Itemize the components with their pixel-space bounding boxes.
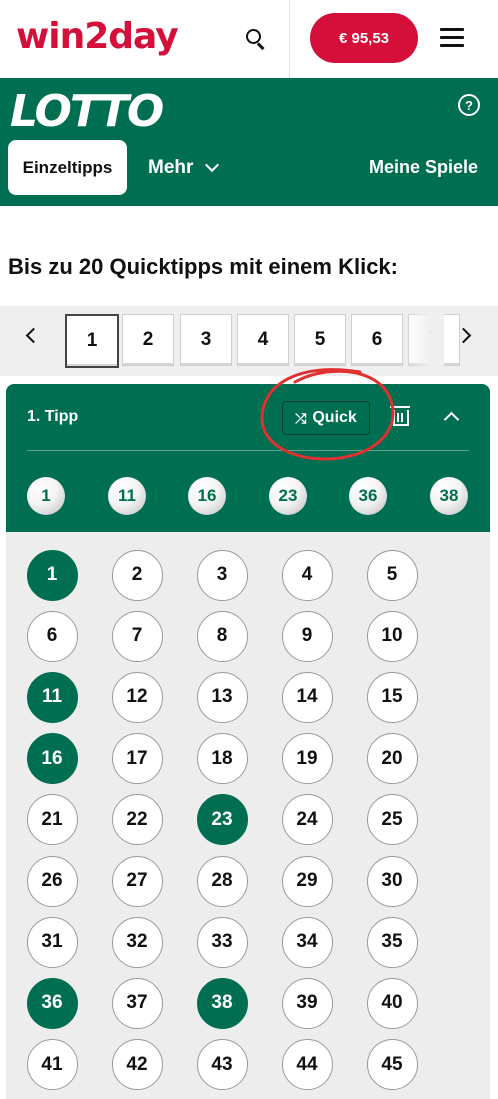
number-29[interactable]: 29 — [281, 855, 333, 907]
quick-label: Quick — [312, 409, 357, 426]
tip-tab-4[interactable]: 4 — [237, 314, 289, 366]
search-icon[interactable] — [240, 24, 270, 54]
tab-mehr-label: Mehr — [148, 156, 194, 178]
lotto-logo[interactable]: LOTTO — [10, 86, 164, 137]
lotto-header: LOTTO ? Einzeltipps Mehr Meine Spiele — [0, 78, 498, 206]
number-38[interactable]: 38 — [196, 977, 248, 1029]
selected-ball: 16 — [188, 477, 226, 515]
number-45[interactable]: 45 — [366, 1039, 418, 1091]
section-title: Bis zu 20 Quicktipps mit einem Klick: — [8, 254, 398, 279]
number-9[interactable]: 9 — [281, 610, 333, 662]
number-10[interactable]: 10 — [366, 610, 418, 662]
tip-tab-1[interactable]: 1 — [65, 314, 119, 368]
hamburger-menu-icon[interactable] — [440, 28, 466, 48]
top-bar: win2day € 95,53 — [0, 0, 498, 79]
number-31[interactable]: 31 — [26, 916, 78, 968]
number-12[interactable]: 12 — [111, 671, 163, 723]
selected-ball: 11 — [108, 477, 146, 515]
number-43[interactable]: 43 — [196, 1039, 248, 1091]
number-4[interactable]: 4 — [281, 549, 333, 601]
number-21[interactable]: 21 — [26, 794, 78, 846]
number-44[interactable]: 44 — [281, 1039, 333, 1091]
tab-meine-spiele[interactable]: Meine Spiele — [369, 140, 478, 195]
tip-tab-2[interactable]: 2 — [122, 314, 174, 366]
number-19[interactable]: 19 — [281, 733, 333, 785]
number-36[interactable]: 36 — [26, 977, 78, 1029]
tip-tabs-row: 1 2 3 4 5 6 7 — [0, 306, 498, 376]
trash-icon[interactable] — [390, 406, 410, 426]
tip-tab-5[interactable]: 5 — [294, 314, 346, 366]
number-16[interactable]: 16 — [26, 733, 78, 785]
number-20[interactable]: 20 — [366, 733, 418, 785]
number-23[interactable]: 23 — [196, 794, 248, 846]
number-7[interactable]: 7 — [111, 610, 163, 662]
number-41[interactable]: 41 — [26, 1039, 78, 1091]
number-27[interactable]: 27 — [111, 855, 163, 907]
selected-ball: 23 — [269, 477, 307, 515]
number-15[interactable]: 15 — [366, 671, 418, 723]
number-2[interactable]: 2 — [111, 549, 163, 601]
number-22[interactable]: 22 — [111, 794, 163, 846]
tip-divider — [27, 450, 469, 451]
number-34[interactable]: 34 — [281, 916, 333, 968]
number-24[interactable]: 24 — [281, 794, 333, 846]
number-40[interactable]: 40 — [366, 977, 418, 1029]
number-grid: 1 2 3 4 5 6 7 8 9 10 11 12 13 14 15 16 17 18 19 20 21 22 23 24 2… — [6, 532, 490, 1099]
number-11[interactable]: 11 — [26, 671, 78, 723]
number-32[interactable]: 32 — [111, 916, 163, 968]
selected-ball: 36 — [349, 477, 387, 515]
chevron-down-icon — [205, 157, 220, 172]
number-6[interactable]: 6 — [26, 610, 78, 662]
number-17[interactable]: 17 — [111, 733, 163, 785]
win2day-logo[interactable]: win2day — [16, 16, 179, 57]
number-1[interactable]: 1 — [26, 549, 78, 601]
quick-button[interactable]: ⤮ Quick — [282, 401, 370, 435]
selected-ball: 38 — [430, 477, 468, 515]
number-37[interactable]: 37 — [111, 977, 163, 1029]
selected-ball: 1 — [27, 477, 65, 515]
number-39[interactable]: 39 — [281, 977, 333, 1029]
tip-card: 1. Tipp ⤮ Quick 1 11 16 23 36 38 — [6, 384, 490, 532]
tab-mehr[interactable]: Mehr — [148, 140, 220, 195]
number-18[interactable]: 18 — [196, 733, 248, 785]
tabs-fade — [404, 306, 444, 376]
number-5[interactable]: 5 — [366, 549, 418, 601]
tip-title: 1. Tipp — [27, 408, 79, 425]
number-35[interactable]: 35 — [366, 916, 418, 968]
shuffle-icon: ⤮ — [295, 409, 307, 426]
chevron-up-icon[interactable] — [443, 411, 460, 428]
number-26[interactable]: 26 — [26, 855, 78, 907]
help-icon[interactable]: ? — [458, 94, 480, 116]
number-3[interactable]: 3 — [196, 549, 248, 601]
number-25[interactable]: 25 — [366, 794, 418, 846]
number-30[interactable]: 30 — [366, 855, 418, 907]
number-33[interactable]: 33 — [196, 916, 248, 968]
number-8[interactable]: 8 — [196, 610, 248, 662]
number-28[interactable]: 28 — [196, 855, 248, 907]
tab-einzeltipps[interactable]: Einzeltipps — [8, 140, 127, 195]
balance-button[interactable]: € 95,53 — [310, 13, 418, 63]
tip-tab-6[interactable]: 6 — [351, 314, 403, 366]
number-14[interactable]: 14 — [281, 671, 333, 723]
header-divider — [289, 0, 290, 78]
number-13[interactable]: 13 — [196, 671, 248, 723]
chevron-left-icon[interactable] — [25, 327, 42, 344]
tip-tab-3[interactable]: 3 — [180, 314, 232, 366]
number-42[interactable]: 42 — [111, 1039, 163, 1091]
